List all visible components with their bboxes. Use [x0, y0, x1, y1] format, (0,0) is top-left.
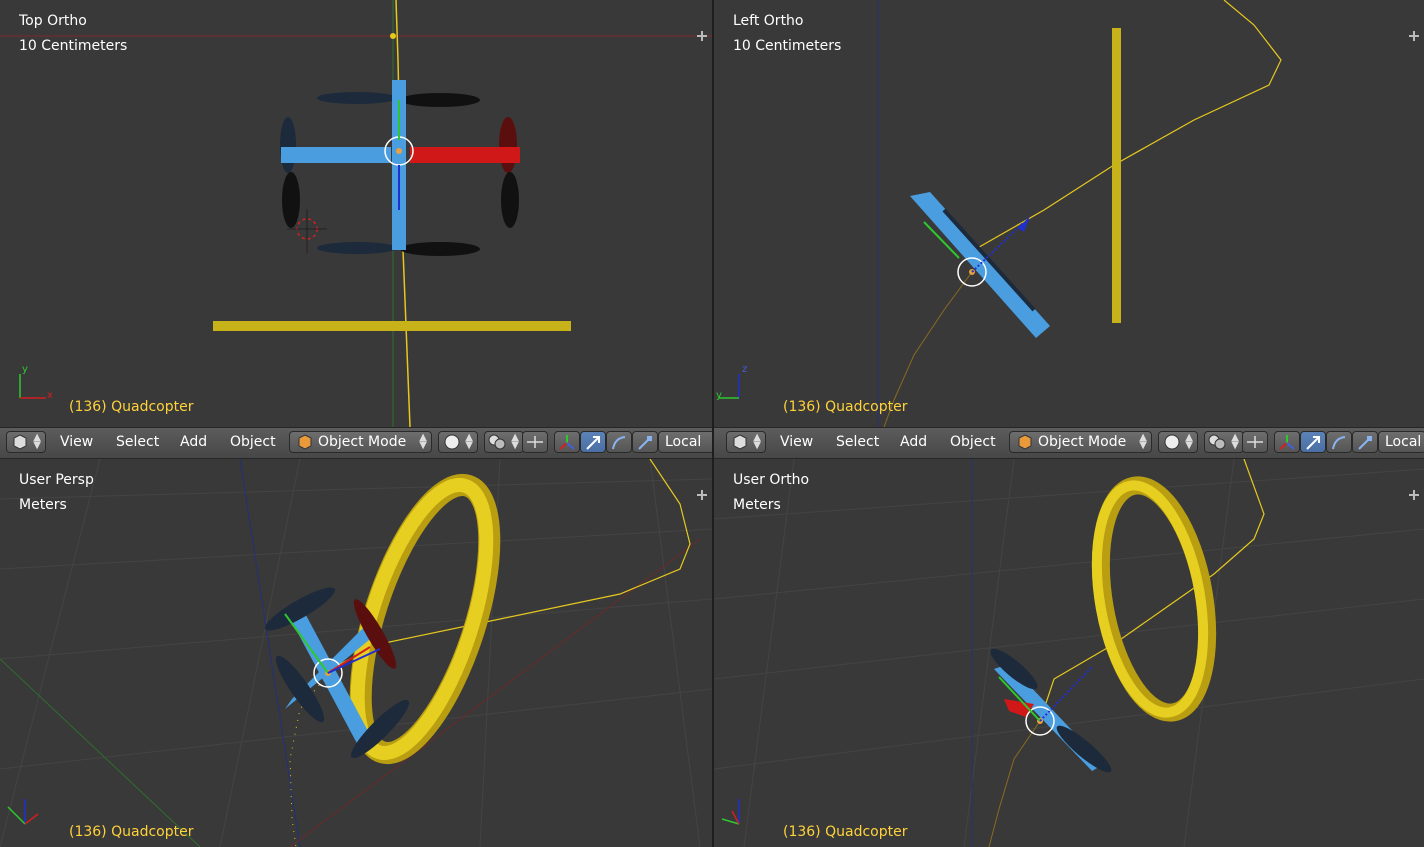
viewport-header-right: ▲ ▼ View Select Add Object Object Mode ▲ ▼… — [714, 427, 1424, 459]
pivot-point-select[interactable]: ▲ ▼ — [1204, 431, 1244, 453]
manipulator-icon — [559, 435, 575, 450]
chevron-up-down-icon: ▲ ▼ — [33, 432, 41, 451]
menu-view[interactable]: View — [780, 434, 813, 450]
view-name: Top Ortho — [19, 13, 87, 29]
area-split-icon[interactable] — [1408, 30, 1420, 42]
viewport-header-left: ▲ ▼ View Select Add Object Object Mode ▲ ▼… — [0, 427, 712, 459]
view-name: User Persp — [19, 472, 94, 488]
active-object-label: (136) Quadcopter — [69, 399, 194, 415]
mode-select[interactable]: Object Mode ▲ ▼ — [289, 431, 432, 453]
mode-cube-icon — [298, 434, 312, 450]
orientation-select[interactable]: Local — [1378, 431, 1424, 453]
chevron-up-down-icon: ▲ ▼ — [465, 432, 473, 451]
orientation-label: Local — [665, 434, 702, 450]
viewport-shading-select[interactable]: ▲ ▼ — [438, 431, 478, 453]
proportional-button[interactable] — [1242, 431, 1268, 453]
svg-text:x: x — [47, 390, 53, 401]
translate-icon — [586, 436, 600, 450]
grid-scale: Meters — [733, 497, 781, 513]
active-object-label: (136) Quadcopter — [69, 824, 194, 840]
viewport-top-left[interactable]: y x Top Ortho 10 Centimeters (136) Quadc… — [0, 0, 712, 427]
area-divider[interactable] — [712, 0, 714, 847]
manipulator-toggle[interactable] — [1274, 431, 1300, 453]
scale-toggle[interactable] — [1352, 431, 1378, 453]
rotate-icon — [612, 436, 626, 450]
chevron-up-down-icon: ▲ ▼ — [1185, 432, 1193, 451]
grid-scale: 10 Centimeters — [733, 38, 842, 54]
scale-icon — [638, 436, 652, 450]
sphere-shading-icon — [444, 434, 460, 450]
cube-icon — [13, 434, 27, 450]
svg-text:y: y — [716, 390, 722, 401]
menu-add[interactable]: Add — [900, 434, 927, 450]
area-split-icon[interactable] — [696, 489, 708, 501]
pivot-point-select[interactable]: ▲ ▼ — [484, 431, 524, 453]
mode-select[interactable]: Object Mode ▲ ▼ — [1009, 431, 1152, 453]
cube-icon — [733, 434, 747, 450]
svg-text:z: z — [742, 364, 747, 375]
viewport-bottom-right[interactable]: User Ortho Meters (136) Quadcopter — [714, 459, 1424, 847]
user-ortho-scene — [714, 459, 1424, 847]
pivot-icon — [488, 434, 506, 450]
viewport-shading-select[interactable]: ▲ ▼ — [1158, 431, 1198, 453]
editor-type-button[interactable]: ▲ ▼ — [6, 431, 46, 453]
user-persp-scene — [0, 459, 712, 847]
viewport-top-right[interactable]: z y Left Ortho 10 Centimeters (136) Quad… — [714, 0, 1424, 427]
menu-add[interactable]: Add — [180, 434, 207, 450]
top-ortho-scene: y x — [0, 0, 712, 427]
area-split-icon[interactable] — [696, 30, 708, 42]
orientation-select[interactable]: Local — [658, 431, 712, 453]
rotate-toggle[interactable] — [606, 431, 632, 453]
menu-select[interactable]: Select — [116, 434, 159, 450]
manipulator-icon — [1279, 435, 1295, 450]
snap-icon — [527, 436, 543, 448]
translate-toggle[interactable] — [1300, 431, 1326, 453]
chevron-up-down-icon: ▲ ▼ — [1139, 432, 1147, 451]
menu-select[interactable]: Select — [836, 434, 879, 450]
mode-cube-icon — [1018, 434, 1032, 450]
rotate-icon — [1332, 436, 1346, 450]
orientation-label: Local — [1385, 434, 1422, 450]
view-name: User Ortho — [733, 472, 810, 488]
scale-icon — [1358, 436, 1372, 450]
menu-object[interactable]: Object — [950, 434, 996, 450]
translate-toggle[interactable] — [580, 431, 606, 453]
manipulator-toggle[interactable] — [554, 431, 580, 453]
rotate-toggle[interactable] — [1326, 431, 1352, 453]
viewport-bottom-left[interactable]: User Persp Meters (136) Quadcopter — [0, 459, 712, 847]
svg-text:y: y — [22, 364, 28, 375]
menu-object[interactable]: Object — [230, 434, 276, 450]
area-split-icon[interactable] — [1408, 489, 1420, 501]
editor-type-button[interactable]: ▲ ▼ — [726, 431, 766, 453]
chevron-up-down-icon: ▲ ▼ — [753, 432, 761, 451]
pivot-icon — [1208, 434, 1226, 450]
view-name: Left Ortho — [733, 13, 804, 29]
chevron-up-down-icon: ▲ ▼ — [511, 432, 519, 451]
active-object-label: (136) Quadcopter — [783, 399, 908, 415]
scale-toggle[interactable] — [632, 431, 658, 453]
proportional-button[interactable] — [522, 431, 548, 453]
left-ortho-scene: z y — [716, 0, 1282, 427]
translate-icon — [1306, 436, 1320, 450]
chevron-up-down-icon: ▲ ▼ — [1231, 432, 1239, 451]
snap-icon — [1247, 436, 1263, 448]
active-object-label: (136) Quadcopter — [783, 824, 908, 840]
chevron-up-down-icon: ▲ ▼ — [419, 432, 427, 451]
grid-scale: 10 Centimeters — [19, 38, 128, 54]
grid-scale: Meters — [19, 497, 67, 513]
menu-view[interactable]: View — [60, 434, 93, 450]
sphere-shading-icon — [1164, 434, 1180, 450]
